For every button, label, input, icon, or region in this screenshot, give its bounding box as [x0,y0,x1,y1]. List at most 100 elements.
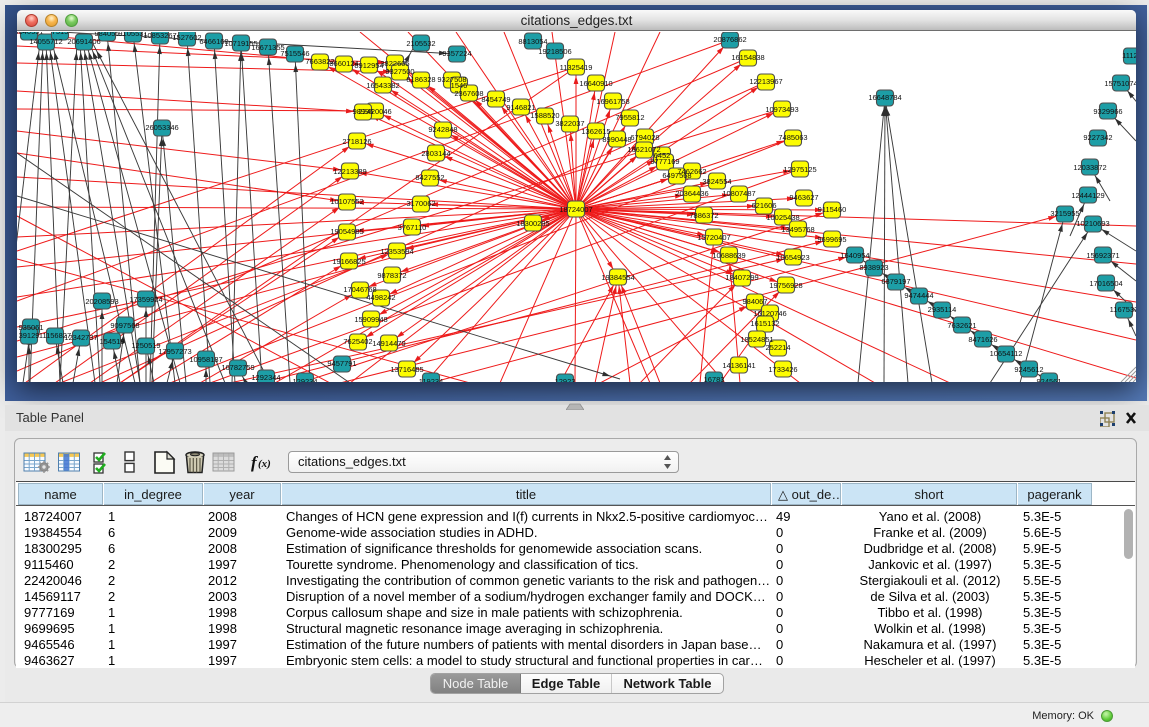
svg-text:119234: 119234 [419,377,443,382]
svg-text:10654923: 10654923 [776,253,809,262]
svg-text:2803144: 2803144 [421,149,450,158]
svg-text:12975125: 12975125 [783,165,816,174]
svg-text:9463627: 9463627 [789,193,818,202]
svg-text:19166825: 19166825 [332,257,365,266]
svg-text:3170062: 3170062 [406,199,435,208]
svg-text:3767110: 3767110 [398,223,427,232]
svg-text:14055712: 14055712 [29,37,62,46]
svg-text:19756928: 19756928 [769,281,802,290]
svg-text:16782759: 16782759 [221,363,254,372]
svg-text:154519: 154519 [99,337,124,346]
svg-text:1640954: 1640954 [840,251,869,260]
svg-text:11325419: 11325419 [560,63,593,72]
svg-text:3824554: 3824554 [702,177,731,186]
svg-text:13716485: 13716485 [390,365,423,374]
svg-text:9457791: 9457791 [327,359,356,368]
svg-text:10688639: 10688639 [712,251,745,260]
svg-text:10025438: 10025438 [766,213,799,222]
svg-text:12444129: 12444129 [1071,191,1104,200]
svg-text:16648784: 16648784 [868,93,901,102]
svg-text:1527602: 1527602 [172,33,201,42]
svg-text:10107552: 10107552 [330,197,363,206]
svg-text:16154838: 16154838 [731,53,764,62]
svg-text:13495768: 13495768 [781,225,814,234]
svg-text:9242848: 9242848 [428,125,457,134]
svg-text:17957273: 17957273 [158,347,191,356]
svg-text:8471626: 8471626 [968,335,997,344]
svg-text:18407299: 18407299 [725,273,758,282]
svg-text:6497568: 6497568 [662,171,691,180]
svg-text:98996: 98996 [353,107,374,116]
svg-text:1250519: 1250519 [131,341,160,350]
svg-text:9115460: 9115460 [818,205,847,214]
svg-text:10807487: 10807487 [722,189,755,198]
svg-text:12213967: 12213967 [749,77,782,86]
svg-text:9357224: 9357224 [442,49,471,58]
svg-text:18300295: 18300295 [516,219,549,228]
svg-text:1167533: 1167533 [1110,305,1136,314]
svg-text:9474444: 9474444 [904,291,933,300]
svg-text:2935114: 2935114 [928,305,957,314]
svg-text:19218506: 19218506 [538,47,571,56]
svg-text:7886372: 7886372 [689,211,718,220]
svg-text:18724007: 18724007 [559,205,592,214]
svg-text:2105532: 2105532 [406,39,435,48]
svg-text:8912954: 8912954 [354,61,383,70]
svg-text:14136141: 14136141 [722,361,755,370]
svg-text:15909948: 15909948 [354,315,387,324]
svg-text:12342737: 12342737 [64,333,97,342]
svg-text:16120746: 16120746 [753,309,786,318]
svg-text:3215955: 3215955 [1050,209,1079,218]
svg-text:16640910: 16640910 [579,79,612,88]
svg-text:9097568: 9097568 [110,321,139,330]
svg-text:11123: 11123 [1122,51,1136,60]
svg-text:17016504: 17016504 [1089,279,1122,288]
svg-text:3822037: 3822037 [555,119,584,128]
svg-text:(x): (x) [258,458,271,470]
svg-text:9878372: 9878372 [377,271,406,280]
svg-text:9640551: 9640551 [17,32,44,36]
svg-text:984067: 984067 [742,297,767,306]
svg-text:4498242: 4498242 [366,293,395,302]
svg-text:10654112: 10654112 [990,349,1023,358]
svg-text:621606: 621606 [751,201,776,210]
svg-text:12033872: 12033872 [1073,163,1106,172]
svg-text:8813054: 8813054 [518,37,547,46]
svg-text:6794028: 6794028 [630,133,659,142]
svg-text:9245612: 9245612 [1014,365,1043,374]
svg-text:9699695: 9699695 [817,235,846,244]
svg-text:984055: 984055 [94,32,119,38]
svg-text:20364436: 20364436 [675,189,708,198]
svg-text:9777169: 9777169 [650,157,679,166]
svg-text:12353594: 12353594 [380,247,413,256]
svg-text:1733426: 1733426 [768,365,797,374]
svg-text:8186328: 8186328 [406,75,435,84]
svg-text:16543382: 16543382 [366,81,399,90]
svg-text:2367608: 2367608 [454,89,483,98]
svg-text:8427552: 8427552 [415,173,444,182]
svg-text:12923: 12923 [555,377,576,382]
svg-text:16783: 16783 [704,375,725,382]
svg-text:8938923: 8938923 [859,263,888,272]
svg-text:7485063: 7485063 [778,133,807,142]
svg-text:7515: 7515 [52,32,69,36]
svg-text:7632621: 7632621 [947,321,976,330]
svg-text:17359924: 17359924 [129,295,162,304]
svg-text:2718126: 2718126 [342,137,371,146]
svg-text:9329966: 9329966 [1093,107,1122,116]
svg-text:1292344: 1292344 [251,373,280,382]
svg-text:10958137: 10958137 [189,355,222,364]
svg-text:924561: 924561 [1036,377,1061,382]
svg-text:14914479: 14914479 [372,339,405,348]
svg-text:8990448: 8990448 [602,135,631,144]
svg-text:19054985: 19054985 [330,227,363,236]
svg-text:9227342: 9227342 [1083,133,1112,142]
svg-text:15751074: 15751074 [1104,79,1136,88]
svg-text:252214: 252214 [765,343,790,352]
svg-text:7955812: 7955812 [615,113,644,122]
svg-text:20208593: 20208593 [85,297,118,306]
svg-text:20876862: 20876862 [713,35,746,44]
svg-text:26053346: 26053346 [145,123,178,132]
svg-text:15720407: 15720407 [697,233,730,242]
svg-text:16961758: 16961758 [596,97,629,106]
